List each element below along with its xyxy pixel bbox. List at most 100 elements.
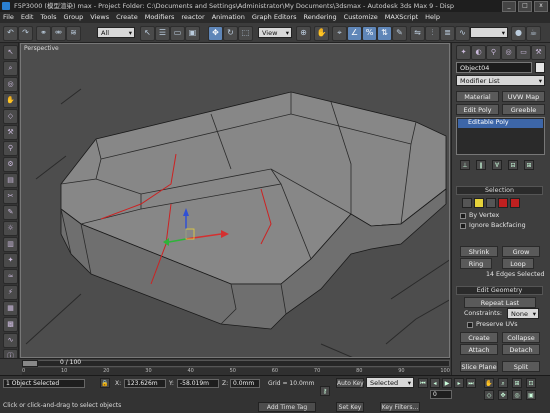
select-link-icon[interactable]: ⚭ <box>36 26 51 41</box>
layer-manager-icon[interactable]: ≣ <box>440 26 455 41</box>
time-slider-thumb[interactable] <box>22 360 38 367</box>
time-ruler[interactable]: 0 10 20 30 40 50 60 70 80 90 100 <box>22 368 450 375</box>
menu-rendering[interactable]: Rendering <box>303 12 336 23</box>
menu-maxscript[interactable]: MAXScript <box>385 12 418 23</box>
remove-modifier-icon[interactable]: ⊟ <box>508 160 518 170</box>
material-editor-icon[interactable]: ● <box>511 26 526 41</box>
current-frame-field[interactable]: 0 <box>430 390 452 399</box>
add-time-tag-button[interactable]: Add Time Tag <box>258 402 316 412</box>
pivot-center-icon[interactable]: ⊕ <box>296 26 311 41</box>
orbit-icon[interactable]: ◎ <box>3 77 18 92</box>
bind-space-warp-icon[interactable]: ≋ <box>66 26 81 41</box>
close-button[interactable]: x <box>534 1 548 12</box>
collapse-button[interactable]: Collapse <box>502 332 540 343</box>
hierarchy-icon[interactable]: ⚲ <box>3 141 18 156</box>
key-mode-dropdown[interactable]: Selected <box>366 377 414 388</box>
y-coordinate[interactable]: -58.019m <box>177 379 219 388</box>
edge-mode-icon[interactable] <box>474 198 484 208</box>
select-scale-icon[interactable]: ⬚ <box>238 26 253 41</box>
edit-named-selection-icon[interactable]: ✎ <box>392 26 407 41</box>
helper-icon[interactable]: ✦ <box>3 253 18 268</box>
make-unique-icon[interactable]: ∀ <box>492 160 502 170</box>
element-mode-icon[interactable] <box>510 198 520 208</box>
modify-tab-icon[interactable]: ◐ <box>471 45 486 60</box>
field-of-view-icon[interactable]: ◇ <box>484 390 494 400</box>
curve-icon[interactable]: ∿ <box>3 333 18 348</box>
attach-button[interactable]: Attach <box>460 344 498 355</box>
polygon-mode-icon[interactable] <box>498 198 508 208</box>
repeat-last-button[interactable]: Repeat Last <box>464 297 536 308</box>
percent-snap-icon[interactable]: % <box>362 26 377 41</box>
scene-canvas[interactable] <box>21 44 450 358</box>
loop-button[interactable]: Loop <box>502 258 534 269</box>
paint-icon[interactable]: ✎ <box>3 205 18 220</box>
shrink-button[interactable]: Shrink <box>460 246 498 257</box>
unlink-icon[interactable]: ⚮ <box>51 26 66 41</box>
object-name-field[interactable]: Object04 <box>456 62 532 73</box>
grid-icon[interactable]: ▩ <box>3 317 18 332</box>
minimize-button[interactable]: _ <box>502 1 516 12</box>
zoom-extents-icon[interactable]: ⊡ <box>526 378 536 388</box>
spinner-snap-icon[interactable]: ⇅ <box>377 26 392 41</box>
maximize-button[interactable]: □ <box>518 1 532 12</box>
curve-editor-icon[interactable]: ∿ <box>455 26 470 41</box>
next-frame-icon[interactable]: ▸ <box>454 378 464 388</box>
spacewarp-icon[interactable]: ≈ <box>3 269 18 284</box>
wrench-icon[interactable]: ⚒ <box>3 125 18 140</box>
menu-graph-editors[interactable]: Graph Editors <box>252 12 297 23</box>
split-button[interactable]: Split <box>502 361 540 372</box>
vertex-mode-icon[interactable] <box>462 198 472 208</box>
named-selection-sets-dropdown[interactable] <box>470 27 508 38</box>
menu-animation[interactable]: Animation <box>212 12 245 23</box>
lock-selection-icon[interactable]: 🔒 <box>100 378 110 388</box>
by-vertex-checkbox[interactable] <box>460 213 466 219</box>
motion-icon[interactable]: ⚙ <box>3 157 18 172</box>
configure-modifier-sets-icon[interactable]: ⊞ <box>524 160 534 170</box>
pin-stack-icon[interactable]: ⊥ <box>460 160 470 170</box>
pan-view-icon[interactable]: ✋ <box>484 378 494 388</box>
stack-item-editable-poly[interactable]: Editable Poly <box>458 119 543 128</box>
slice-plane-button[interactable]: Slice Plane <box>460 361 498 372</box>
menu-reactor[interactable]: reactor <box>181 12 204 23</box>
set-key-icon[interactable]: ⚷ <box>320 386 330 396</box>
angle-snap-icon[interactable]: ∠ <box>347 26 362 41</box>
selection-region-icon[interactable]: ▭ <box>170 26 185 41</box>
selection-rollout[interactable]: Selection <box>456 186 543 195</box>
selection-filter-dropdown[interactable]: All <box>97 27 135 38</box>
select-move-icon[interactable]: ✥ <box>208 26 223 41</box>
render-icon[interactable]: ☕ <box>526 26 541 41</box>
perspective-viewport[interactable]: Perspective <box>20 43 450 358</box>
select-rotate-icon[interactable]: ↻ <box>223 26 238 41</box>
menu-file[interactable]: File <box>3 12 14 23</box>
snaps-toggle-icon[interactable]: ⌖ <box>332 26 347 41</box>
menu-help[interactable]: Help <box>425 12 440 23</box>
hierarchy-tab-icon[interactable]: ⚲ <box>486 45 501 60</box>
ignore-backfacing-checkbox[interactable] <box>460 223 466 229</box>
camera-icon[interactable]: ▥ <box>3 237 18 252</box>
detach-button[interactable]: Detach <box>502 344 540 355</box>
greeble-button[interactable]: Greeble <box>502 104 545 115</box>
manipulate-icon[interactable]: ✋ <box>314 26 329 41</box>
redo-icon[interactable]: ↷ <box>18 26 33 41</box>
key-filters-button[interactable]: Key Filters... <box>380 402 420 412</box>
fov-icon[interactable]: ◇ <box>3 109 18 124</box>
utilities-icon[interactable]: ✂ <box>3 189 18 204</box>
auto-key-button[interactable]: Auto Key <box>336 378 364 388</box>
edit-geometry-rollout[interactable]: Edit Geometry <box>456 286 543 295</box>
z-coordinate[interactable]: 0.0mm <box>230 379 260 388</box>
pan-icon[interactable]: ✋ <box>3 93 18 108</box>
display-icon[interactable]: ▤ <box>3 173 18 188</box>
display-tab-icon[interactable]: ▭ <box>516 45 531 60</box>
x-coordinate[interactable]: 123.626m <box>124 379 166 388</box>
grow-button[interactable]: Grow <box>502 246 540 257</box>
motion-tab-icon[interactable]: ◎ <box>501 45 516 60</box>
layers-icon[interactable]: ▦ <box>3 301 18 316</box>
maximize-viewport-icon[interactable]: ▣ <box>526 390 536 400</box>
material-button[interactable]: Material <box>456 91 499 102</box>
zoom-view-icon[interactable]: ⌕ <box>498 378 508 388</box>
pan-icon[interactable]: ✥ <box>498 390 508 400</box>
constraints-dropdown[interactable]: None <box>507 308 539 319</box>
modifier-list-dropdown[interactable]: Modifier List <box>456 75 545 86</box>
prev-frame-icon[interactable]: ◂ <box>430 378 440 388</box>
show-end-result-icon[interactable]: ǁ <box>476 160 486 170</box>
